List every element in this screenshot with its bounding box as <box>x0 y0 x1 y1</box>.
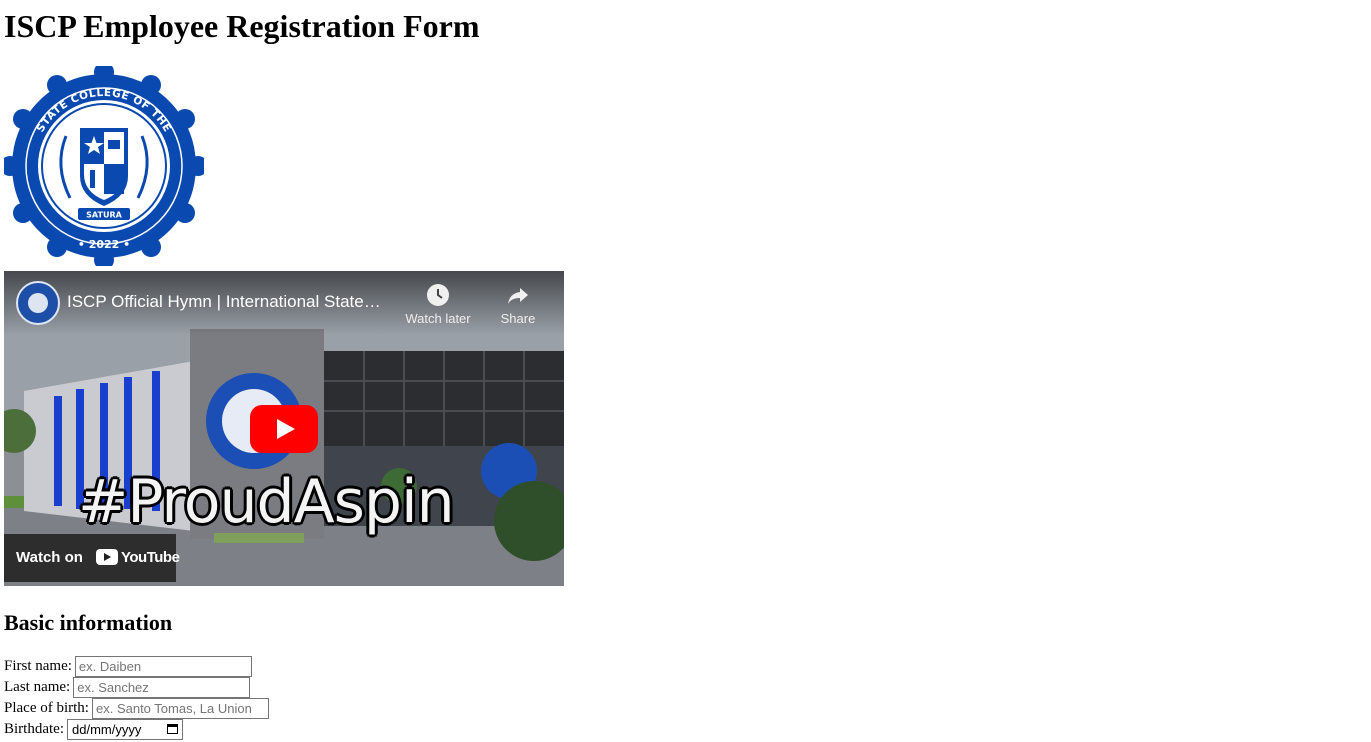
svg-text:SATURA: SATURA <box>86 211 122 220</box>
birthdate-input[interactable]: dd/mm/yyyy <box>67 719 183 740</box>
birthdate-placeholder: dd/mm/yyyy <box>72 722 142 737</box>
calendar-icon[interactable] <box>167 724 178 734</box>
share-arrow-icon <box>508 288 528 304</box>
birthdate-label: Birthdate: <box>4 721 64 737</box>
share-button[interactable]: Share <box>478 283 558 326</box>
clock-icon <box>427 284 449 306</box>
share-label: Share <box>500 311 536 326</box>
channel-avatar[interactable] <box>16 281 60 325</box>
watch-on-youtube-button[interactable]: Watch on YouTube <box>4 534 180 582</box>
play-button[interactable] <box>250 405 318 453</box>
birth-place-input[interactable] <box>91 698 269 719</box>
first-name-row: First name: <box>4 656 252 677</box>
page-title: ISCP Employee Registration Form <box>4 8 480 44</box>
birth-place-row: Place of birth: <box>4 698 269 719</box>
birthdate-row: Birthdate: dd/mm/yyyy <box>4 719 183 740</box>
first-name-input[interactable] <box>74 656 252 677</box>
video-title[interactable]: ISCP Official Hymn | International State… <box>67 292 397 312</box>
watch-later-label: Watch later <box>405 311 471 326</box>
youtube-wordmark: YouTube <box>121 549 180 566</box>
watch-on-label: Watch on <box>16 549 83 566</box>
youtube-play-icon <box>96 549 118 565</box>
last-name-label: Last name: <box>4 679 71 695</box>
video-player[interactable]: ISCP Official Hymn | International State… <box>4 271 564 586</box>
watch-later-button[interactable]: Watch later <box>398 283 478 326</box>
first-name-label: First name: <box>4 658 72 674</box>
section-title: Basic information <box>4 610 173 635</box>
page: ISCP Employee Registration Form STATE CO… <box>0 0 1371 742</box>
college-seal-icon: STATE COLLEGE OF THE • 2022 • SATURA <box>4 66 204 266</box>
svg-text:• 2022 •: • 2022 • <box>78 238 130 251</box>
video-hashtag: #ProudAspin <box>78 467 455 537</box>
birth-place-label: Place of birth: <box>4 700 89 716</box>
last-name-row: Last name: <box>4 677 251 698</box>
last-name-input[interactable] <box>73 677 251 698</box>
